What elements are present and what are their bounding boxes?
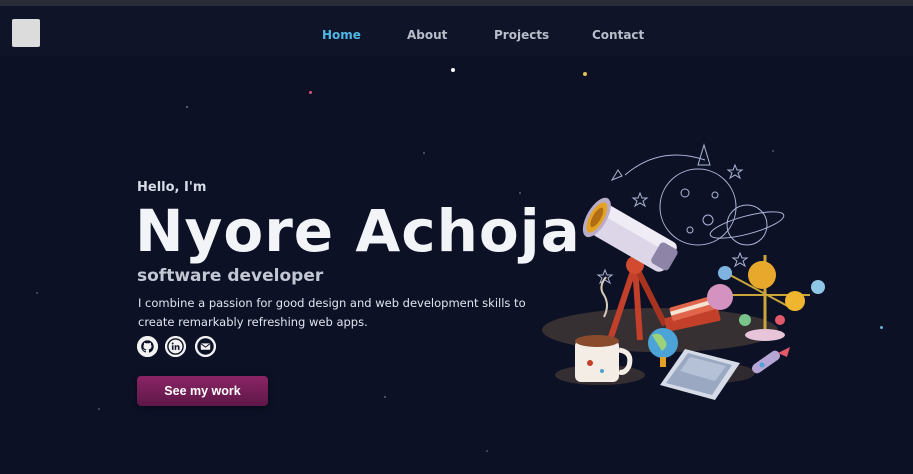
- site-logo[interactable]: [12, 19, 40, 47]
- github-link[interactable]: [137, 336, 158, 357]
- nav-link-about[interactable]: About: [407, 28, 447, 42]
- nav-link-contact[interactable]: Contact: [592, 28, 644, 42]
- email-link[interactable]: [195, 336, 216, 357]
- hero-name: Nyore Achoja: [135, 197, 581, 265]
- star: [186, 106, 188, 108]
- star: [519, 192, 521, 194]
- see-my-work-button[interactable]: See my work: [137, 376, 268, 406]
- hero-role: software developer: [137, 266, 324, 286]
- linkedin-link[interactable]: [165, 336, 186, 357]
- star: [583, 72, 587, 76]
- star: [451, 68, 455, 72]
- star: [486, 450, 488, 452]
- rocket-icon: [751, 347, 790, 374]
- linkedin-icon: [165, 336, 186, 357]
- star: [880, 326, 883, 329]
- tablet-icon: [660, 349, 740, 400]
- nav-link-projects[interactable]: Projects: [494, 28, 549, 42]
- star: [423, 152, 425, 154]
- hero-greeting: Hello, I'm: [137, 180, 207, 195]
- star: [36, 292, 38, 294]
- star: [384, 396, 386, 398]
- astronomy-illustration-svg: [542, 143, 825, 400]
- hero-description: I combine a passion for good design and …: [138, 296, 526, 329]
- nav-link-home[interactable]: Home: [322, 28, 361, 42]
- email-icon: [195, 336, 216, 357]
- globe-icon: [648, 328, 678, 367]
- star: [309, 91, 312, 94]
- astronomy-illustration: [540, 135, 830, 405]
- star: [98, 408, 100, 410]
- navbar: Home About Projects Contact: [0, 6, 913, 56]
- github-icon: [137, 336, 158, 357]
